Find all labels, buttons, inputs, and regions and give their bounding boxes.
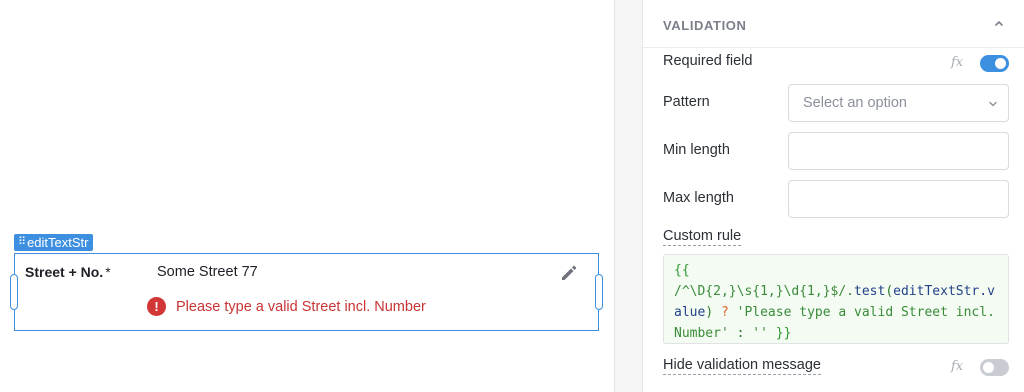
required-field-toggle[interactable] xyxy=(980,55,1009,72)
code-paren-open: ( xyxy=(885,284,894,299)
resize-handle-left[interactable] xyxy=(10,274,18,310)
fx-icon[interactable]: fx xyxy=(951,55,963,70)
component-name-label: editTextStr xyxy=(27,235,89,250)
custom-rule-editor[interactable]: {{ /^\D{2,}\s{1,}\d{1,}$/.test(editTextS… xyxy=(663,254,1009,344)
code-regex: /^\D{2,}\s{1,}\d{1,}$/. xyxy=(674,284,855,299)
pattern-select[interactable]: Select an option xyxy=(788,84,1009,122)
error-circle-icon: ! xyxy=(147,297,166,316)
validation-section-header[interactable]: VALIDATION xyxy=(643,0,1024,48)
code-ternary-colon: : xyxy=(728,326,753,341)
custom-rule-label: Custom rule xyxy=(663,228,742,246)
hide-validation-label: Hide validation message xyxy=(663,357,821,375)
pattern-label: Pattern xyxy=(663,94,710,110)
toggle-knob xyxy=(995,58,1006,69)
code-close-braces: }} xyxy=(767,326,792,341)
selected-text-widget[interactable]: Street + No. * Some Street 77 ! Please ty… xyxy=(10,253,603,331)
required-marker: * xyxy=(105,264,111,280)
error-message: Please type a valid Street incl. Number xyxy=(176,298,426,315)
component-name-tag[interactable]: ⠿ editTextStr xyxy=(14,234,94,251)
drag-handle-icon[interactable]: ⠿ xyxy=(18,234,26,251)
fx-icon[interactable]: fx xyxy=(951,359,963,374)
field-label-text: Street + No. xyxy=(25,264,104,280)
min-length-input[interactable] xyxy=(788,132,1009,170)
editor-canvas: ⠿ editTextStr Street + No. * Some Street … xyxy=(0,0,614,392)
code-string-false: '' xyxy=(752,326,768,341)
resize-handle-right[interactable] xyxy=(595,274,603,310)
code-function: test xyxy=(854,284,886,299)
field-label: Street + No. * xyxy=(25,264,111,280)
property-panel: VALIDATION Required field fx Pattern Sel… xyxy=(642,0,1024,392)
hide-validation-toggle[interactable] xyxy=(980,359,1009,376)
code-open-braces: {{ xyxy=(674,263,690,278)
chevron-up-icon[interactable] xyxy=(993,18,1005,28)
code-paren-close: ) xyxy=(705,305,714,320)
chevron-down-icon xyxy=(989,101,997,107)
min-length-label: Min length xyxy=(663,142,730,158)
field-value: Some Street 77 xyxy=(157,264,258,280)
required-field-label: Required field xyxy=(663,53,753,69)
validation-error: ! Please type a valid Street incl. Numbe… xyxy=(147,297,426,316)
toggle-knob xyxy=(983,362,994,373)
max-length-input[interactable] xyxy=(788,180,1009,218)
panel-gutter xyxy=(614,0,642,392)
section-title: VALIDATION xyxy=(663,18,747,33)
max-length-label: Max length xyxy=(663,190,734,206)
pattern-select-placeholder: Select an option xyxy=(803,95,907,111)
pencil-icon[interactable] xyxy=(559,263,579,283)
code-ternary-question: ? xyxy=(713,305,737,320)
